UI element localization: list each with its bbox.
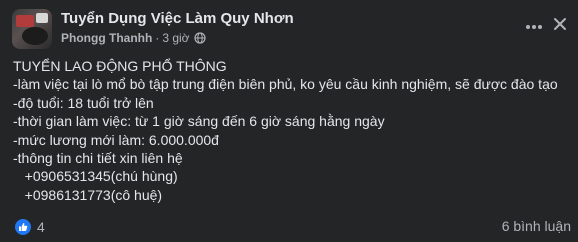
meta-separator: · (155, 31, 160, 45)
post-time-link[interactable]: 3 giờ (162, 31, 189, 45)
post-line: +0986131773(cô huệ) (13, 186, 163, 203)
post-body: TUYỂN LAO ĐỘNG PHỔ THÔNG -làm việc tại l… (13, 57, 568, 204)
reaction-count[interactable]: 4 (37, 219, 45, 235)
post-line: -thông tin chi tiết xin liên hệ (13, 150, 183, 167)
author-name-link[interactable]: Phongg Thanhh (61, 31, 152, 45)
post-line: TUYỂN LAO ĐỘNG PHỔ THÔNG (13, 58, 227, 74)
globe-icon (193, 32, 206, 44)
post-line: -độ tuổi: 18 tuổi trở lên (13, 94, 154, 111)
like-icon[interactable] (15, 219, 31, 235)
comments-count-link[interactable]: 6 bình luận (502, 218, 571, 234)
post-meta: Phongg Thanhh · 3 giờ (61, 31, 206, 45)
post-line: -mức lương mới làm: 6.000.000đ (13, 131, 219, 148)
close-button[interactable] (548, 14, 572, 38)
close-icon (553, 17, 567, 36)
post-line: -làm việc tại lò mổ bò tập trung điện bi… (13, 76, 558, 93)
group-avatar[interactable] (12, 9, 52, 49)
more-options-button[interactable] (522, 14, 546, 38)
post-line: +0906531345(chú hùng) (13, 168, 178, 185)
group-name-link[interactable]: Tuyển Dụng Việc Làm Quy Nhơn (61, 10, 294, 27)
post-line: -thời gian làm việc: từ 1 giờ sáng đến 6… (13, 113, 385, 130)
more-options-icon (525, 17, 543, 35)
